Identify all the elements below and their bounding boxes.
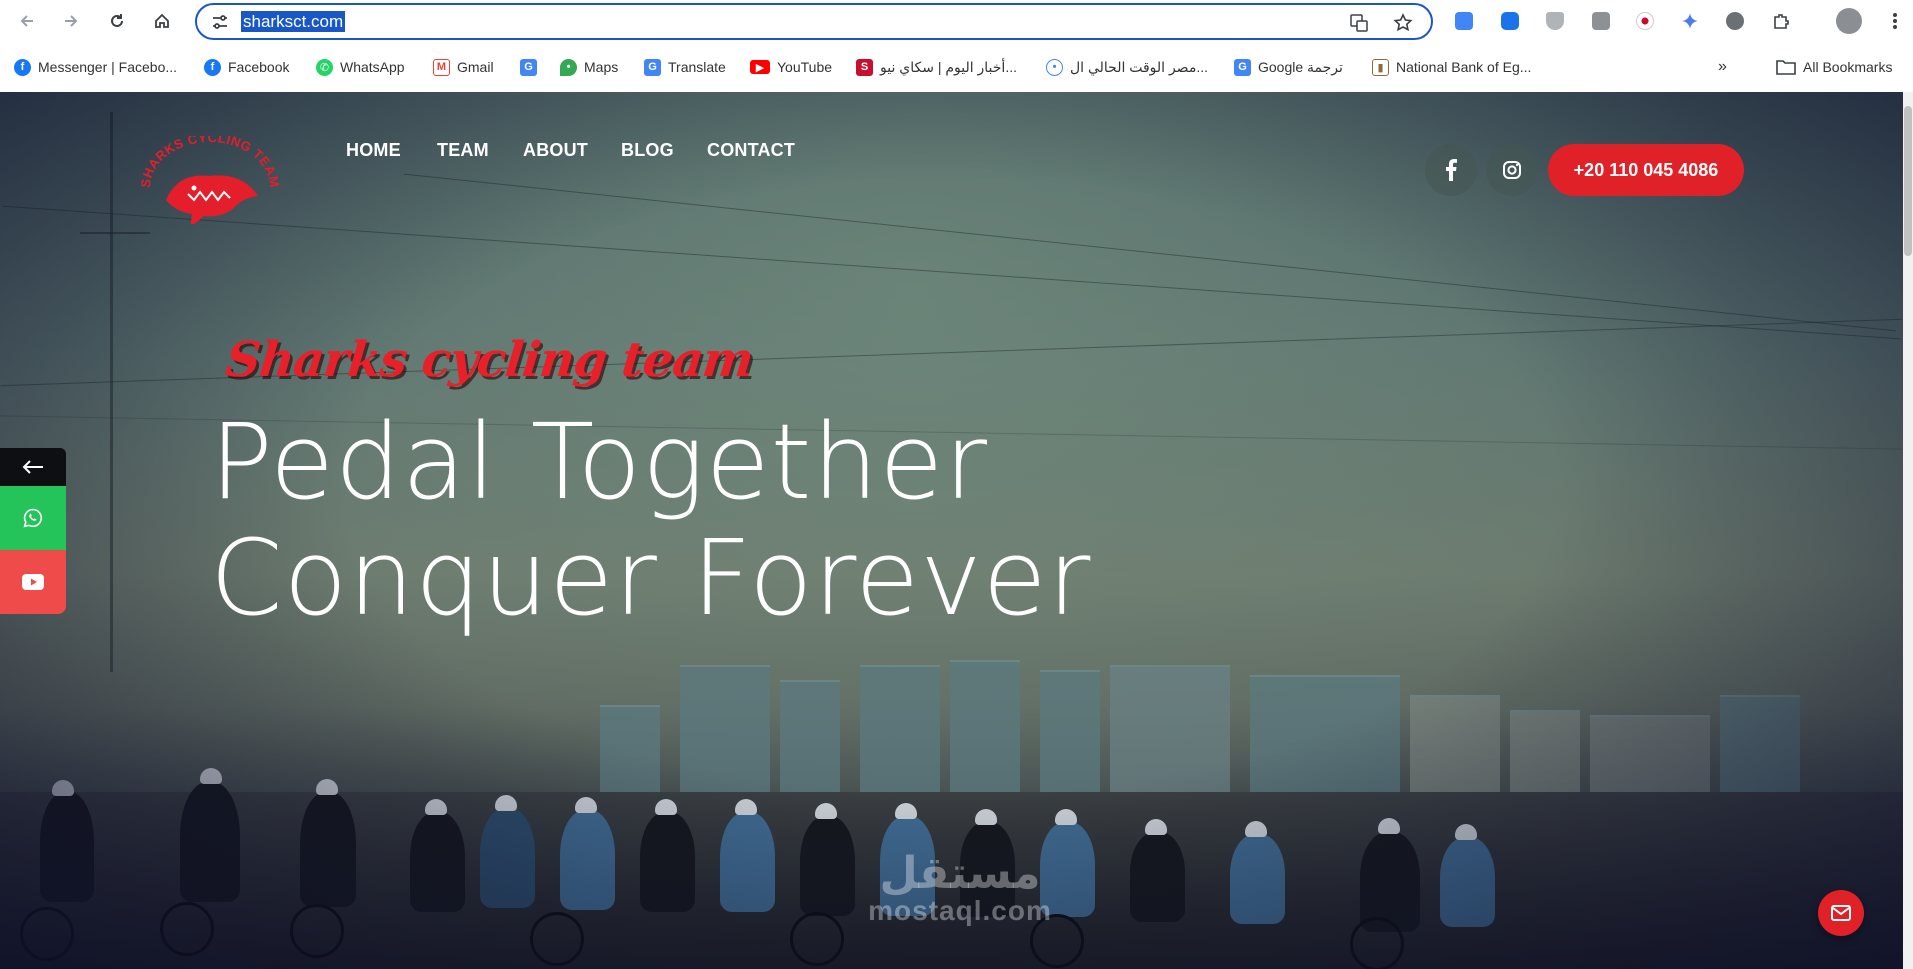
translate-page-icon[interactable]	[1349, 13, 1369, 33]
translate-extension-icon[interactable]	[1453, 10, 1475, 32]
extension-screen-icon[interactable]	[1499, 10, 1521, 32]
scrollbar-thumb[interactable]	[1904, 106, 1912, 256]
bookmark-label: Messenger | Facebo...	[38, 59, 178, 75]
youtube-icon	[22, 574, 44, 590]
bookmark-item[interactable]: • Maps	[560, 56, 618, 78]
bookmark-item[interactable]: G Translate	[644, 56, 726, 78]
bank-icon: ▮	[1372, 58, 1389, 76]
bookmark-item[interactable]: • مصر الوقت الحالي ال...	[1046, 56, 1208, 78]
bookmark-item[interactable]: f Messenger | Facebo...	[14, 56, 177, 78]
watermark-english: mostaql.com	[868, 895, 1052, 926]
sharks-logo[interactable]: SHARKS CYCLING TEAM	[138, 130, 282, 228]
site-settings-icon[interactable]	[211, 13, 229, 31]
facebook-icon: f	[14, 58, 31, 76]
hero-tagline: Sharks cycling team	[223, 332, 756, 388]
nav-team[interactable]: TEAM	[437, 140, 489, 161]
whatsapp-side-button[interactable]	[0, 486, 66, 550]
more-bookmarks-chevron-icon[interactable]: »	[1718, 56, 1727, 78]
bookmark-label: Translate	[668, 59, 726, 75]
extension-gpt-icon[interactable]	[1724, 10, 1746, 32]
skynews-icon: S	[856, 58, 873, 76]
browser-toolbar: sharksct.com	[0, 0, 1913, 42]
bookmark-label: YouTube	[777, 59, 833, 75]
bookmark-item[interactable]: G	[520, 56, 537, 78]
forward-icon[interactable]	[59, 9, 83, 33]
whatsapp-icon	[23, 508, 43, 528]
side-collapse-button[interactable]	[0, 448, 66, 486]
bookmark-label: مصر الوقت الحالي ال...	[1070, 58, 1208, 75]
nav-home[interactable]: HOME	[338, 140, 409, 161]
nav-about[interactable]: ABOUT	[523, 140, 588, 161]
instagram-icon	[1503, 161, 1521, 179]
facebook-icon: f	[204, 58, 221, 76]
url-text[interactable]: sharksct.com	[241, 11, 346, 32]
extension-shield-icon[interactable]	[1544, 10, 1566, 32]
phone-button[interactable]: +20 110 045 4086	[1548, 144, 1744, 196]
mostaql-watermark: مستقل mostaql.com	[840, 852, 1080, 926]
bookmark-label: Facebook	[228, 59, 290, 75]
bookmark-label: Maps	[584, 59, 619, 75]
all-bookmarks-button[interactable]: All Bookmarks	[1776, 56, 1892, 78]
hero-headline: Pedal Together Conquer Forever	[210, 404, 1091, 636]
bookmark-label: Google ترجمة	[1258, 58, 1343, 75]
hero-section: SHARKS CYCLING TEAM HOME TEAM ABOUT BLOG…	[0, 92, 1903, 969]
google-translate-icon: G	[644, 58, 661, 76]
extension-flag-icon[interactable]	[1634, 10, 1656, 32]
bookmark-item[interactable]: f Facebook	[204, 56, 289, 78]
folder-icon	[1776, 60, 1796, 75]
all-bookmarks-label: All Bookmarks	[1803, 59, 1893, 75]
maps-icon: •	[560, 58, 577, 76]
headline-line-2: Conquer Forever	[210, 517, 1092, 639]
bookmark-label: National Bank of Eg...	[1396, 59, 1532, 75]
nav-blog[interactable]: BLOG	[621, 140, 674, 161]
instagram-button[interactable]	[1486, 144, 1538, 196]
facebook-button[interactable]	[1425, 144, 1477, 196]
gemini-icon[interactable]	[1679, 10, 1701, 32]
headline-line-1: Pedal Together	[210, 401, 989, 523]
profile-avatar[interactable]	[1836, 8, 1862, 34]
bookmarks-bar: f Messenger | Facebo... f Facebook ✆ WhatsA…	[0, 48, 1913, 88]
reload-icon[interactable]	[105, 9, 129, 33]
bookmark-item[interactable]: ▶ YouTube	[750, 56, 832, 78]
watermark-arabic: مستقل	[879, 849, 1041, 898]
nav-contact[interactable]: CONTACT	[707, 140, 795, 161]
extensions-puzzle-icon[interactable]	[1770, 10, 1792, 32]
bookmark-star-icon[interactable]	[1393, 13, 1413, 33]
bookmark-item[interactable]: S أخبار اليوم | سكاي نيو...	[856, 56, 1017, 78]
address-bar[interactable]: sharksct.com	[195, 3, 1433, 40]
bookmark-label: Gmail	[457, 59, 494, 75]
bookmark-item[interactable]: M Gmail	[433, 56, 494, 78]
menu-kebab-icon[interactable]	[1884, 10, 1906, 32]
home-icon[interactable]	[150, 9, 174, 33]
back-icon[interactable]	[15, 9, 39, 33]
google-translate-icon: G	[1234, 58, 1251, 76]
envelope-icon	[1831, 905, 1851, 921]
youtube-side-button[interactable]	[0, 550, 66, 614]
extension-camera-icon[interactable]	[1590, 10, 1612, 32]
bookmark-item[interactable]: ✆ WhatsApp	[316, 56, 405, 78]
bookmark-label: أخبار اليوم | سكاي نيو...	[880, 58, 1017, 75]
facebook-icon	[1446, 159, 1457, 181]
contact-mail-button[interactable]	[1818, 890, 1864, 936]
bookmark-item[interactable]: G Google ترجمة	[1234, 56, 1343, 78]
arrow-left-icon	[22, 460, 43, 474]
page-scrollbar[interactable]	[1903, 92, 1913, 969]
location-icon: •	[1046, 58, 1063, 76]
gmail-icon: M	[433, 58, 450, 76]
bookmark-item[interactable]: ▮ National Bank of Eg...	[1372, 56, 1531, 78]
whatsapp-icon: ✆	[316, 58, 333, 76]
google-translate-icon: G	[520, 58, 537, 76]
bookmark-label: WhatsApp	[340, 59, 405, 75]
youtube-icon: ▶	[750, 60, 770, 74]
